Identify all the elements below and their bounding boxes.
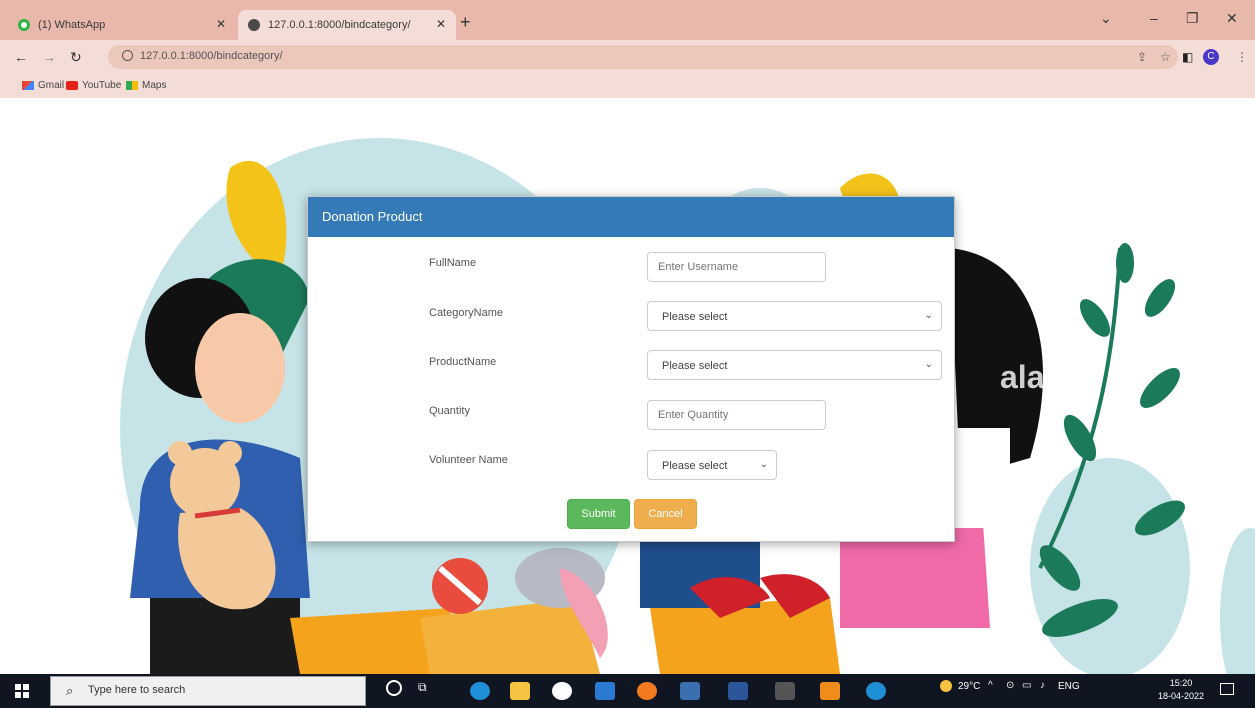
url-text[interactable]: 127.0.0.1:8000/bindcategory/ [140,50,283,62]
new-tab-button[interactable]: + [460,12,471,33]
notification-icon[interactable] [1220,683,1234,695]
fullname-label: FullName [429,257,477,269]
cortana-icon[interactable] [386,680,402,696]
gmail-icon [22,81,34,90]
terminal-icon[interactable] [775,682,795,700]
product-select[interactable]: Please select ⌄ [647,350,942,380]
product-label: ProductName [429,356,497,368]
window-close-button[interactable]: ✕ [1226,10,1238,27]
language-indicator[interactable]: ENG [1058,681,1080,692]
bookmark-maps[interactable]: Maps [126,80,166,91]
tab-title: 127.0.0.1:8000/bindcategory/ [268,19,411,31]
word-icon[interactable] [728,682,748,700]
close-icon[interactable]: ✕ [216,17,226,31]
search-icon: ⌕ [66,683,74,698]
taskbar-search-placeholder[interactable]: Type here to search [88,684,185,696]
reload-button[interactable]: ↻ [70,49,82,66]
bookmark-label: YouTube [82,80,122,91]
bookmark-label: Maps [142,80,167,91]
volunteer-select-value: Please select [662,460,728,472]
category-label: CategoryName [429,307,503,319]
windows-start-icon[interactable] [15,684,29,698]
clock-date: 18-04-2022 [1158,691,1205,701]
fullname-input[interactable] [647,252,826,282]
app-icon[interactable] [680,682,700,700]
cancel-button[interactable]: Cancel [634,499,697,529]
chevron-down-icon: ⌄ [759,459,768,470]
task-view-icon[interactable]: ⧉ [418,680,427,695]
volume-icon[interactable]: ♪ [1040,680,1045,691]
volunteer-label: Volunteer Name [429,454,508,466]
forward-button[interactable]: → [42,49,56,65]
minimize-button[interactable]: – [1150,10,1158,26]
network-icon[interactable]: ⊙ [1006,680,1014,691]
close-icon[interactable]: ✕ [436,17,446,31]
info-icon[interactable] [122,50,133,61]
youtube-icon [66,81,78,90]
chevron-down-icon: ⌄ [924,359,933,370]
tab-bindcategory[interactable]: 127.0.0.1:8000/bindcategory/ ✕ [238,10,456,40]
chevron-down-icon[interactable]: ⌄ [1100,10,1112,27]
bookmarks-bar: Gmail YouTube Maps [0,74,1255,98]
quantity-label: Quantity [429,405,470,417]
weather-icon [940,680,952,692]
maps-icon [126,81,138,90]
menu-icon[interactable]: ⋮ [1236,50,1248,64]
firefox-icon[interactable] [637,682,657,700]
category-select[interactable]: Please select ⌄ [647,301,942,331]
bookmark-star-icon[interactable]: ☆ [1160,50,1171,64]
whatsapp-icon [18,19,30,31]
product-select-value: Please select [662,360,728,372]
battery-icon[interactable]: ▭ [1022,680,1031,691]
chrome-icon[interactable] [552,682,572,700]
edge-icon[interactable] [470,682,490,700]
category-select-value: Please select [662,311,728,323]
tab-whatsapp[interactable]: (1) WhatsApp ✕ [8,10,236,40]
quantity-input[interactable] [647,400,826,430]
chevron-up-icon[interactable]: ^ [988,680,993,691]
share-icon[interactable]: ⇪ [1137,50,1147,64]
store-icon[interactable] [595,682,615,700]
clock-time: 15:20 [1169,678,1193,688]
maximize-button[interactable]: ❐ [1186,10,1199,27]
svg-text:alam: alam [1000,359,1073,395]
donation-product-modal: Donation Product FullName CategoryName P… [307,196,955,542]
volunteer-select[interactable]: Please select ⌄ [647,450,777,480]
modal-title: Donation Product [308,197,954,237]
globe-icon [248,19,260,31]
file-explorer-icon[interactable] [510,682,530,700]
bookmark-gmail[interactable]: Gmail [22,80,64,91]
weather-temp[interactable]: 29°C [958,681,980,692]
submit-button[interactable]: Submit [567,499,630,529]
bookmark-label: Gmail [38,80,65,91]
vscode-icon[interactable] [866,682,886,700]
tab-title: (1) WhatsApp [38,19,106,31]
sublime-icon[interactable] [820,682,840,700]
side-panel-icon[interactable]: ◧ [1182,50,1193,64]
chevron-down-icon: ⌄ [924,310,933,321]
browser-tabstrip: (1) WhatsApp ✕ 127.0.0.1:8000/bindcatego… [0,0,1255,40]
taskbar-clock[interactable]: 15:20 18-04-2022 [1158,677,1204,703]
avatar[interactable]: C [1203,49,1219,65]
back-button[interactable]: ← [14,49,28,65]
bookmark-youtube[interactable]: YouTube [66,80,121,91]
